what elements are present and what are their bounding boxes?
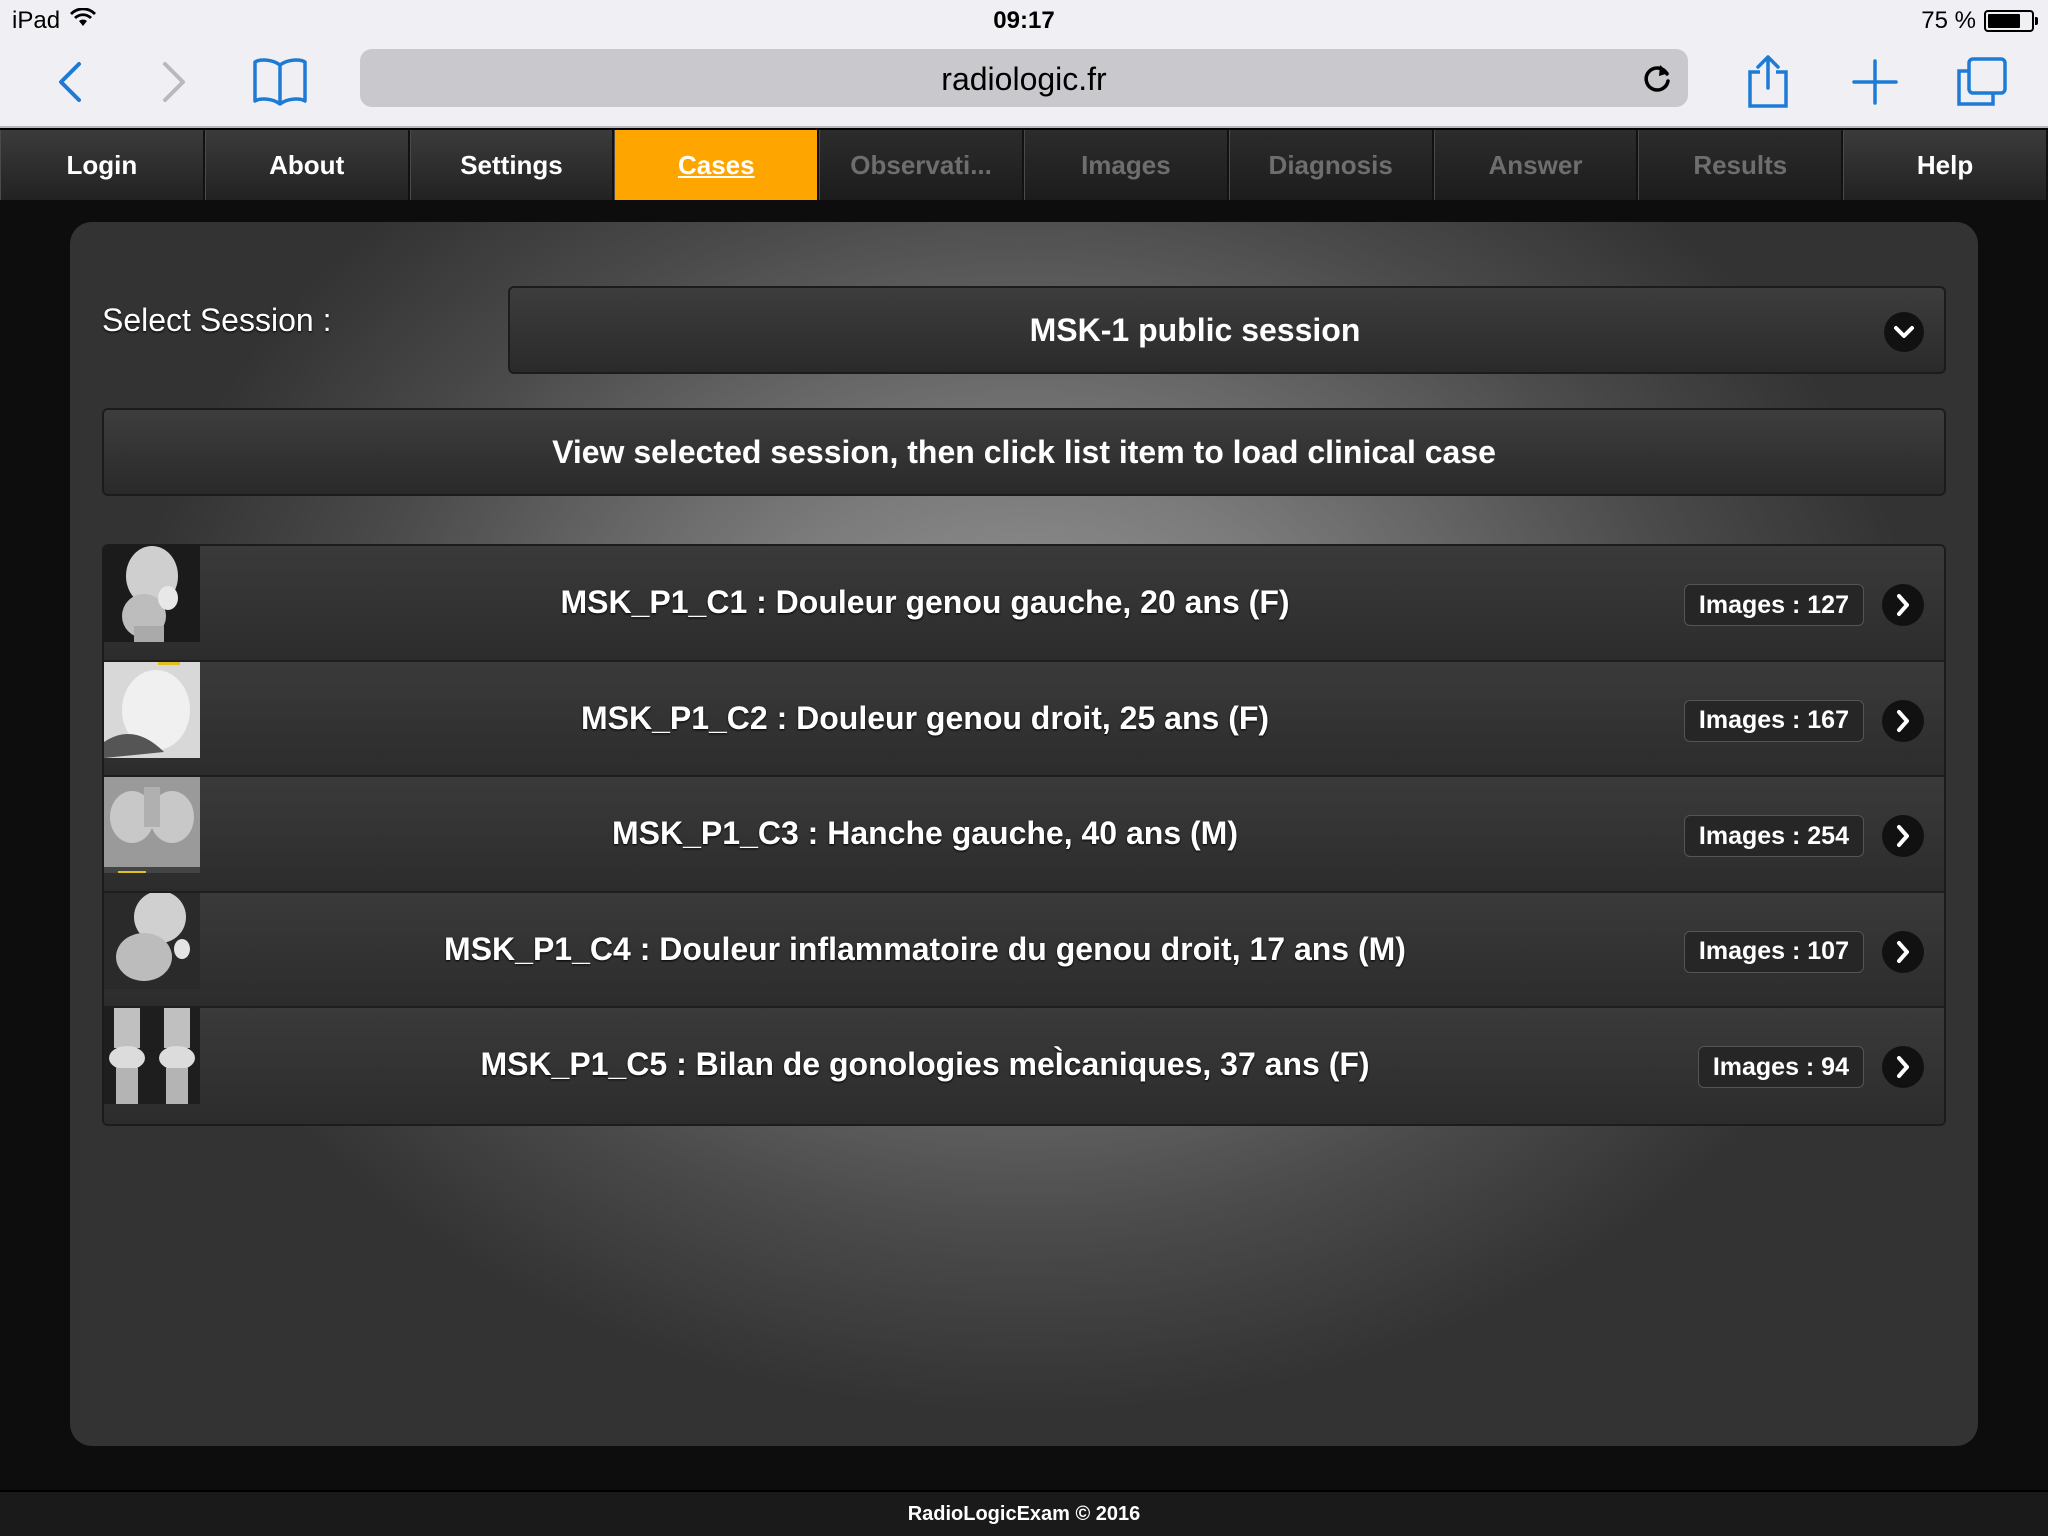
tabs-button[interactable] [1950,50,2014,114]
case-list-item[interactable]: MSK_P1_C2 : Douleur genou droit, 25 ans … [104,661,1944,778]
book-icon [253,58,307,106]
status-bar: iPad 09:17 75 % [0,0,2048,40]
forward-button[interactable] [142,50,206,114]
share-button[interactable] [1736,50,1800,114]
case-title: MSK_P1_C3 : Hanche gauche, 40 ans (M) [612,815,1238,852]
session-label: Select Session : [102,302,332,338]
case-list-item[interactable]: MSK_P1_C5 : Bilan de gonologies meÌcaniq… [104,1008,1944,1124]
image-count-badge: Images : 127 [1683,584,1864,626]
chevron-right-icon [1882,699,1924,742]
chevron-right-icon [1882,1046,1924,1089]
back-button[interactable] [38,50,102,114]
chevron-right-icon [163,62,185,102]
tab-answer: Answer [1433,130,1639,200]
case-list-item[interactable]: MSK_P1_C1 : Douleur genou gauche, 20 ans… [104,546,1944,662]
case-thumbnail [104,1008,200,1105]
tab-images: Images [1023,130,1229,200]
case-title: MSK_P1_C1 : Douleur genou gauche, 20 ans… [560,584,1290,620]
chevron-right-icon [1882,930,1924,973]
image-count-badge: Images : 254 [1683,815,1864,858]
case-list-item[interactable]: MSK_P1_C3 : Hanche gauche, 40 ans (M) Ima… [104,777,1944,893]
tab-cases[interactable]: Cases [614,130,820,200]
share-icon [1748,55,1788,108]
view-session-button[interactable]: View selected session, then click list i… [102,408,1946,496]
tab-results: Results [1638,130,1844,200]
clock: 09:17 [993,7,1055,34]
image-count-badge: Images : 94 [1697,1046,1864,1089]
case-title: MSK_P1_C5 : Bilan de gonologies meÌcaniq… [480,1046,1370,1083]
bookmarks-button[interactable] [248,50,312,114]
chevron-right-icon [1882,815,1924,858]
chevron-right-icon [1882,584,1924,626]
session-select[interactable]: MSK-1 public session [508,286,1946,374]
tab-help[interactable]: Help [1843,130,2048,200]
status-right: 75 % [1921,7,2038,35]
plus-icon [1852,59,1898,105]
case-title: MSK_P1_C4 : Douleur inflammatoire du gen… [444,930,1406,967]
browser-toolbar: radiologic.fr [0,40,2048,128]
tab-observati: Observati... [819,130,1024,200]
address-bar[interactable]: radiologic.fr [360,49,1688,107]
battery-icon [1984,10,2038,32]
tab-login[interactable]: Login [0,130,205,200]
case-list: MSK_P1_C1 : Douleur genou gauche, 20 ans… [102,544,1946,1126]
reload-icon[interactable] [1640,61,1674,95]
case-thumbnail [104,892,200,989]
chevron-left-icon [59,62,81,102]
case-list-item[interactable]: MSK_P1_C4 : Douleur inflammatoire du gen… [104,892,1944,1009]
chevron-down-icon [1884,312,1924,352]
cases-panel: Select Session : MSK-1 public session Vi… [70,222,1978,1446]
battery-percent: 75 % [1921,7,1976,34]
case-thumbnail [104,546,200,642]
image-count-badge: Images : 107 [1683,930,1864,973]
image-count-badge: Images : 167 [1683,699,1864,742]
battery-level [1988,14,2020,28]
new-tab-button[interactable] [1843,50,1907,114]
case-thumbnail [104,777,200,874]
tab-about[interactable]: About [204,130,410,200]
case-title: MSK_P1_C2 : Douleur genou droit, 25 ans … [580,699,1270,736]
app-tab-bar: Login About Settings Cases Observati... Image… [0,130,2048,200]
footer-copyright: RadioLogicExam © 2016 [0,1492,2048,1536]
case-thumbnail [104,661,200,758]
url-text: radiologic.fr [941,61,1107,97]
tab-settings[interactable]: Settings [409,130,615,200]
tabs-icon [1957,57,2007,106]
session-select-value: MSK-1 public session [1029,312,1361,348]
tab-diagnosis: Diagnosis [1228,130,1434,200]
